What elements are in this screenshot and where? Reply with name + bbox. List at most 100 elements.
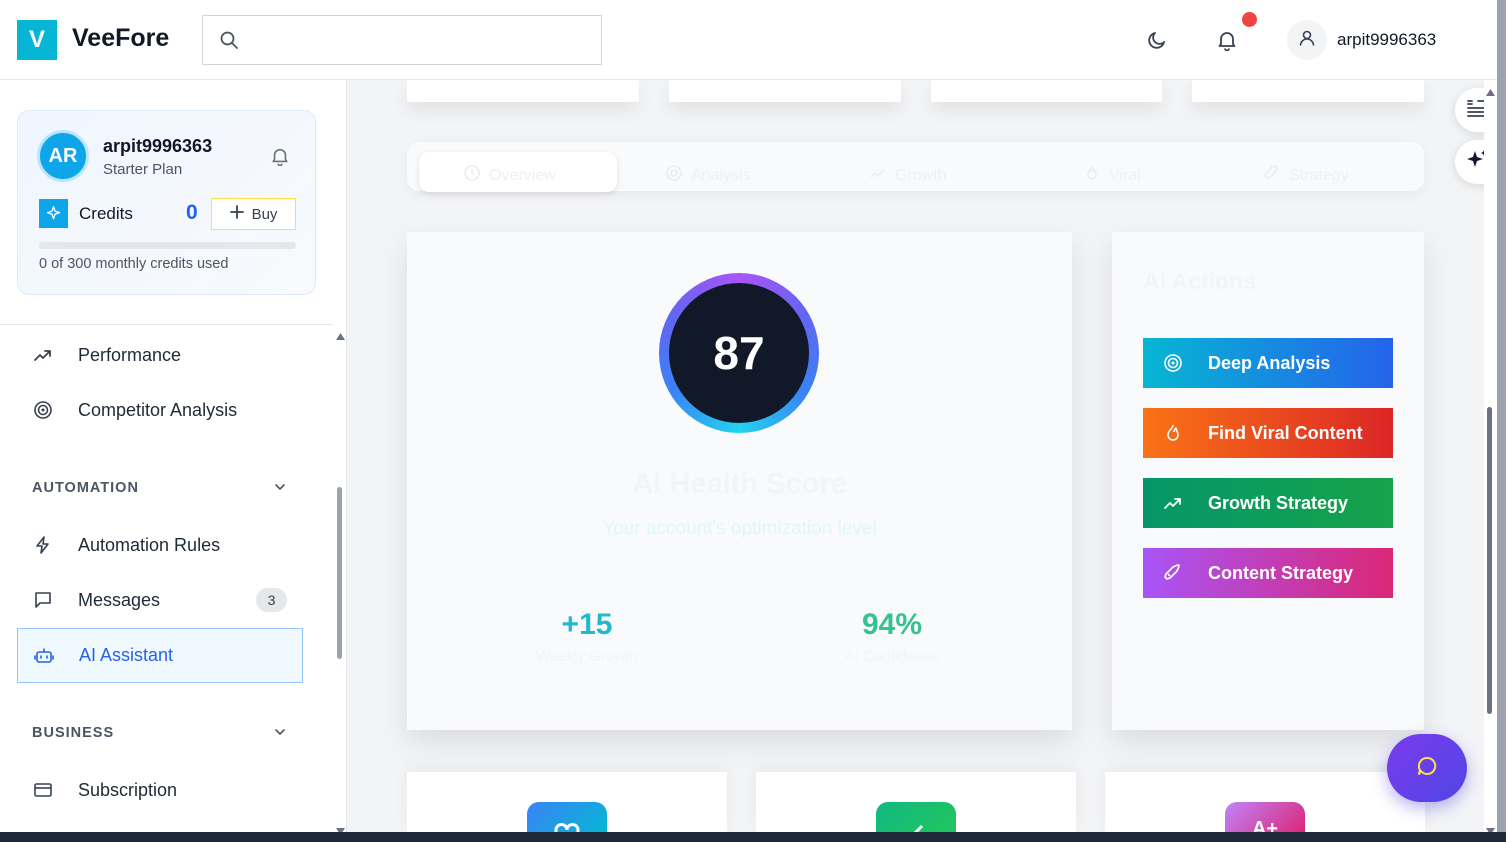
credits-used-text: 0 of 300 monthly credits used [39, 256, 229, 272]
section-label-automation[interactable]: AUTOMATION [32, 480, 139, 496]
sidebar-item-performance[interactable]: Performance [17, 329, 303, 381]
search-icon [219, 30, 239, 55]
health-score-ring: 87 [659, 273, 819, 433]
tab-analysis[interactable]: Analysis [665, 164, 751, 187]
content-strategy-button[interactable]: Content Strategy [1143, 548, 1393, 598]
action-label: Find Viral Content [1208, 422, 1363, 443]
tab-label: Growth [895, 166, 947, 184]
sidebar-item-subscription[interactable]: Subscription [17, 764, 303, 816]
app-logo[interactable]: V [17, 20, 57, 60]
chevron-down-icon[interactable] [273, 725, 287, 744]
feature-card [756, 772, 1076, 832]
growth-strategy-button[interactable]: Growth Strategy [1143, 478, 1393, 528]
page-scrollbar-thumb[interactable] [1487, 407, 1492, 714]
messages-count-badge: 3 [256, 588, 287, 612]
health-title: AI Health Score [632, 468, 847, 500]
tab-viral[interactable]: Viral [1083, 164, 1141, 187]
chevron-down-icon[interactable] [273, 480, 287, 499]
send-icon [876, 802, 956, 832]
tab-label: Overview [489, 166, 556, 184]
sidebar-item-label: Messages [78, 589, 161, 610]
search-input[interactable] [202, 15, 602, 65]
sidebar-item-label: Subscription [78, 779, 178, 800]
credits-label: Credits [79, 204, 133, 223]
trending-up-icon [17, 345, 69, 365]
scroll-down-arrow-icon[interactable] [336, 822, 345, 832]
sidebar-item-label: AI Assistant [79, 645, 174, 665]
message-icon [17, 590, 69, 610]
user-icon [1297, 28, 1317, 53]
chat-button[interactable] [1387, 734, 1467, 802]
rocket-icon [1263, 164, 1281, 187]
feature-card [407, 772, 727, 832]
tab-strategy[interactable]: Strategy [1263, 164, 1349, 187]
credits-value: 0 [186, 201, 198, 224]
sidebar-scrollbar-thumb[interactable] [337, 487, 342, 659]
sidebar-item-competitor-analysis[interactable]: Competitor Analysis [17, 384, 303, 436]
find-viral-content-button[interactable]: Find Viral Content [1143, 408, 1393, 458]
ai-actions-card: AI Actions Deep Analysis Find Viral Cont… [1112, 232, 1424, 730]
stat-card [931, 80, 1162, 102]
divider [0, 324, 333, 325]
sidebar-item-label: Automation Rules [78, 534, 221, 555]
stat-card [669, 80, 901, 102]
target-icon [1143, 353, 1203, 373]
target-icon [17, 400, 69, 420]
credits-progress-bar [39, 242, 296, 249]
ai-actions-title: AI Actions [1143, 268, 1256, 294]
scroll-up-arrow-icon[interactable] [336, 327, 345, 345]
trending-up-icon [1143, 493, 1203, 513]
flame-icon [1143, 423, 1203, 443]
notification-dot [1242, 12, 1257, 27]
buy-label: Buy [251, 205, 278, 223]
tab-label: Analysis [691, 166, 751, 184]
plan-name: Starter Plan [103, 161, 183, 178]
grade-badge: A+ [1225, 802, 1305, 832]
health-subtitle: Your account's optimization level [602, 518, 877, 539]
action-label: Content Strategy [1208, 562, 1354, 583]
section-label-business[interactable]: BUSINESS [32, 725, 114, 741]
deep-analysis-button[interactable]: Deep Analysis [1143, 338, 1393, 388]
tab-overview[interactable]: Overview [463, 164, 556, 187]
avatar[interactable]: AR [37, 130, 89, 182]
sparkle-icon [39, 199, 68, 228]
sidebar-item-ai-assistant[interactable]: AI Assistant [17, 628, 303, 683]
user-avatar[interactable] [1287, 20, 1327, 60]
weekly-growth-label: Weekly Growth [536, 648, 638, 665]
tab-growth[interactable]: Growth [869, 164, 947, 187]
brain-icon [527, 802, 607, 832]
credit-card-icon [17, 780, 69, 800]
stat-card [1192, 80, 1424, 102]
app-name: VeeFore [72, 24, 170, 52]
buy-credits-button[interactable]: Buy [211, 198, 296, 230]
feature-card: A+ [1105, 772, 1425, 832]
lightning-icon [17, 535, 69, 555]
weekly-growth-value: +15 [561, 608, 613, 641]
sidebar-item-automation-rules[interactable]: Automation Rules [17, 519, 303, 571]
window-edge [1497, 0, 1506, 842]
window-bottom-edge [0, 832, 1506, 842]
plan-card: AR arpit9996363 Starter Plan Credits 0 B… [17, 110, 316, 295]
action-label: Growth Strategy [1208, 492, 1349, 513]
health-score-value: 87 [669, 283, 809, 423]
ai-confidence-value: 94% [861, 608, 923, 641]
sidebar-item-label: Performance [78, 344, 182, 365]
plus-icon [229, 205, 244, 223]
bell-icon[interactable] [1216, 29, 1238, 56]
rocket-icon [1143, 563, 1203, 583]
moon-icon[interactable] [1146, 29, 1168, 56]
ai-confidence-label: AI Confidence [844, 648, 940, 665]
ai-health-card: 87 AI Health Score Your account's optimi… [407, 232, 1072, 730]
top-header: V VeeFore arpit9996363 [0, 0, 1497, 80]
trending-up-icon [869, 164, 887, 187]
bell-icon[interactable] [270, 146, 290, 171]
clock-icon [463, 164, 481, 187]
sidebar-item-label: Competitor Analysis [78, 399, 238, 420]
plan-username: arpit9996363 [103, 136, 213, 156]
tab-label: Strategy [1289, 166, 1349, 184]
user-name[interactable]: arpit9996363 [1337, 30, 1436, 50]
stat-card [407, 80, 639, 102]
scroll-up-arrow-icon[interactable] [1486, 83, 1495, 101]
sidebar: AR arpit9996363 Starter Plan Credits 0 B… [0, 80, 347, 832]
target-icon [665, 164, 683, 187]
